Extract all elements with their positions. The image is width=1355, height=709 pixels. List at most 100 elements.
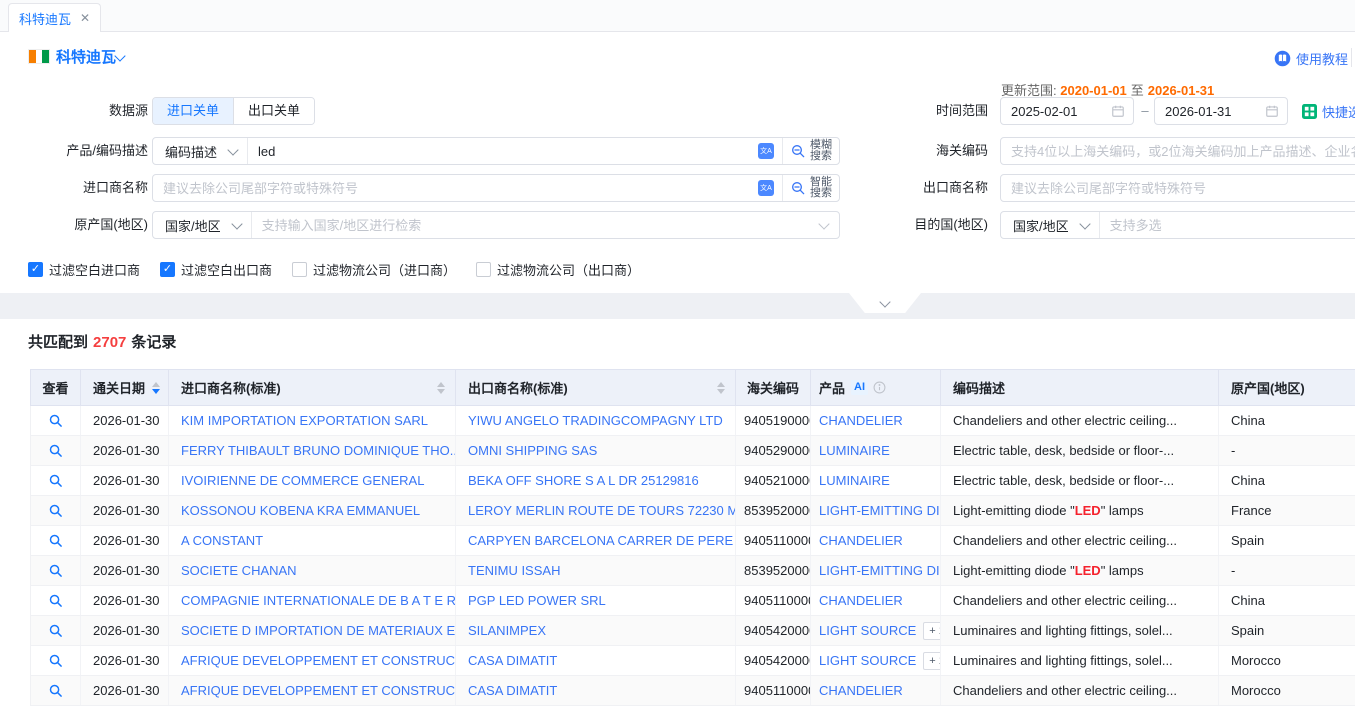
chevron-down-icon	[1079, 218, 1090, 229]
tab-import-customs[interactable]: 进口关单	[153, 98, 233, 124]
cell-exporter-name[interactable]: YIWU ANGELO TRADINGCOMPAGNY LTD	[456, 406, 736, 435]
view-record-button[interactable]	[31, 436, 81, 465]
view-record-button[interactable]	[31, 466, 81, 495]
product-link[interactable]: CHANDELIER	[819, 533, 903, 548]
checkbox-icon[interactable]: ✓	[160, 262, 175, 277]
filter-checkbox[interactable]: 过滤物流公司（出口商）	[476, 260, 640, 279]
view-record-button[interactable]	[31, 646, 81, 675]
calendar-icon	[1265, 104, 1279, 118]
cell-importer-name[interactable]: FERRY THIBAULT BRUNO DOMINIQUE THO...	[169, 436, 456, 465]
dest-country-input[interactable]	[1100, 218, 1355, 233]
view-record-button[interactable]	[31, 406, 81, 435]
view-record-button[interactable]	[31, 616, 81, 645]
view-record-button[interactable]	[31, 496, 81, 525]
calendar-icon	[1111, 104, 1125, 118]
translate-icon[interactable]	[758, 180, 774, 196]
product-mode-select[interactable]: 编码描述	[153, 142, 247, 161]
cell-exporter-name[interactable]: TENIMU ISSAH	[456, 556, 736, 585]
tutorial-button[interactable]: 使用教程	[1274, 49, 1348, 68]
cell-importer-name[interactable]: A CONSTANT	[169, 526, 456, 555]
cell-exporter-name[interactable]: OMNI SHIPPING SAS	[456, 436, 736, 465]
exporter-name-box	[1000, 174, 1355, 202]
translate-icon[interactable]	[758, 143, 774, 159]
cell-exporter-name[interactable]: CASA DIMATIT	[456, 646, 736, 675]
product-link[interactable]: CHANDELIER	[819, 593, 903, 608]
cell-importer-name[interactable]: SOCIETE D IMPORTATION DE MATERIAUX E...	[169, 616, 456, 645]
checkbox-label: 过滤空白进口商	[49, 260, 140, 279]
dest-mode-select[interactable]: 国家/地区	[1001, 216, 1099, 235]
header-divider	[1351, 48, 1352, 67]
product-link[interactable]: LIGHT SOURCE	[819, 623, 916, 638]
country-selector[interactable]: 科特迪瓦	[56, 46, 116, 67]
cell-exporter-name[interactable]: BEKA OFF SHORE S A L DR 25129816	[456, 466, 736, 495]
quick-select-button[interactable]: 快捷选	[1302, 97, 1355, 125]
checkbox-icon[interactable]	[292, 262, 307, 277]
cell-importer-name[interactable]: KIM IMPORTATION EXPORTATION SARL	[169, 406, 456, 435]
chevron-down-icon[interactable]	[818, 218, 829, 229]
cell-product: CHANDELIER	[811, 676, 941, 705]
checkbox-icon[interactable]: ✓	[28, 262, 43, 277]
tab-export-customs[interactable]: 出口关单	[233, 98, 314, 124]
table-row: 2026-01-30A CONSTANTCARPYEN BARCELONA CA…	[30, 526, 1355, 556]
collapse-filters-button[interactable]	[849, 293, 921, 313]
chevron-down-icon[interactable]	[114, 50, 125, 61]
cell-trade-date: 2026-01-30	[81, 586, 169, 615]
date-end-input[interactable]	[1154, 97, 1288, 125]
tab-close-icon[interactable]: ✕	[80, 11, 90, 25]
exporter-name-input[interactable]	[1001, 181, 1355, 196]
tab-cote-divoire[interactable]: 科特迪瓦 ✕	[8, 3, 101, 32]
date-end-value[interactable]	[1155, 104, 1265, 119]
product-desc-input[interactable]	[248, 144, 750, 159]
col-header-date[interactable]: 通关日期	[81, 370, 169, 405]
cell-trade-date: 2026-01-30	[81, 406, 169, 435]
product-more-badge[interactable]: + 1	[923, 622, 941, 640]
product-link[interactable]: LUMINAIRE	[819, 473, 890, 488]
cell-importer-name[interactable]: COMPAGNIE INTERNATIONALE DE B A T E R	[169, 586, 456, 615]
col-header-product: 产品AI	[811, 370, 941, 405]
date-start-input[interactable]	[1000, 97, 1134, 125]
view-record-button[interactable]	[31, 586, 81, 615]
checkbox-icon[interactable]	[476, 262, 491, 277]
cell-importer-name[interactable]: SOCIETE CHANAN	[169, 556, 456, 585]
filter-checkbox[interactable]: ✓过滤空白出口商	[160, 260, 272, 279]
date-start-value[interactable]	[1001, 104, 1111, 119]
view-record-button[interactable]	[31, 676, 81, 705]
product-link[interactable]: CHANDELIER	[819, 413, 903, 428]
smart-search-button[interactable]: 智能搜索	[783, 177, 839, 199]
col-header-exporter[interactable]: 出口商名称(标准)	[456, 370, 736, 405]
col-header-importer[interactable]: 进口商名称(标准)	[169, 370, 456, 405]
cell-trade-date: 2026-01-30	[81, 466, 169, 495]
table-body: 2026-01-30KIM IMPORTATION EXPORTATION SA…	[30, 406, 1355, 706]
fuzzy-search-button[interactable]: 模糊搜索	[783, 140, 839, 162]
cell-importer-name[interactable]: KOSSONOU KOBENA KRA EMMANUEL	[169, 496, 456, 525]
filter-checkbox[interactable]: 过滤物流公司（进口商）	[292, 260, 456, 279]
cell-exporter-name[interactable]: CASA DIMATIT	[456, 676, 736, 705]
view-record-button[interactable]	[31, 526, 81, 555]
info-icon[interactable]	[873, 381, 886, 394]
hs-code-input[interactable]	[1001, 144, 1355, 159]
origin-mode-select[interactable]: 国家/地区	[153, 216, 251, 235]
cell-exporter-name[interactable]: SILANIMPEX	[456, 616, 736, 645]
cell-importer-name[interactable]: IVOIRIENNE DE COMMERCE GENERAL	[169, 466, 456, 495]
product-link[interactable]: CHANDELIER	[819, 683, 903, 698]
product-link[interactable]: LIGHT-EMITTING DIODE	[819, 503, 941, 518]
cell-importer-name[interactable]: AFRIQUE DEVELOPPEMENT ET CONSTRUCT...	[169, 646, 456, 675]
view-record-button[interactable]	[31, 556, 81, 585]
product-link[interactable]: LIGHT SOURCE	[819, 653, 916, 668]
product-link[interactable]: LUMINAIRE	[819, 443, 890, 458]
sort-icon[interactable]	[717, 382, 725, 394]
sort-icon[interactable]	[152, 382, 160, 394]
origin-country-input[interactable]	[252, 218, 816, 233]
product-link[interactable]: LIGHT-EMITTING DIODE	[819, 563, 941, 578]
cell-exporter-name[interactable]: CARPYEN BARCELONA CARRER DE PERE IV	[456, 526, 736, 555]
cell-exporter-name[interactable]: PGP LED POWER SRL	[456, 586, 736, 615]
filter-checkbox[interactable]: ✓ 过滤空白进口商	[28, 260, 140, 279]
cell-product: CHANDELIER	[811, 406, 941, 435]
importer-name-input[interactable]	[153, 181, 750, 196]
cell-code-description: Luminaires and lighting fittings, solel.…	[941, 616, 1219, 645]
cell-importer-name[interactable]: AFRIQUE DEVELOPPEMENT ET CONSTRUCT...	[169, 676, 456, 705]
product-more-badge[interactable]: + 1	[923, 652, 941, 670]
update-range-start: 2020-01-01	[1060, 83, 1127, 98]
cell-exporter-name[interactable]: LEROY MERLIN ROUTE DE TOURS 72230 M	[456, 496, 736, 525]
sort-icon[interactable]	[437, 382, 445, 394]
